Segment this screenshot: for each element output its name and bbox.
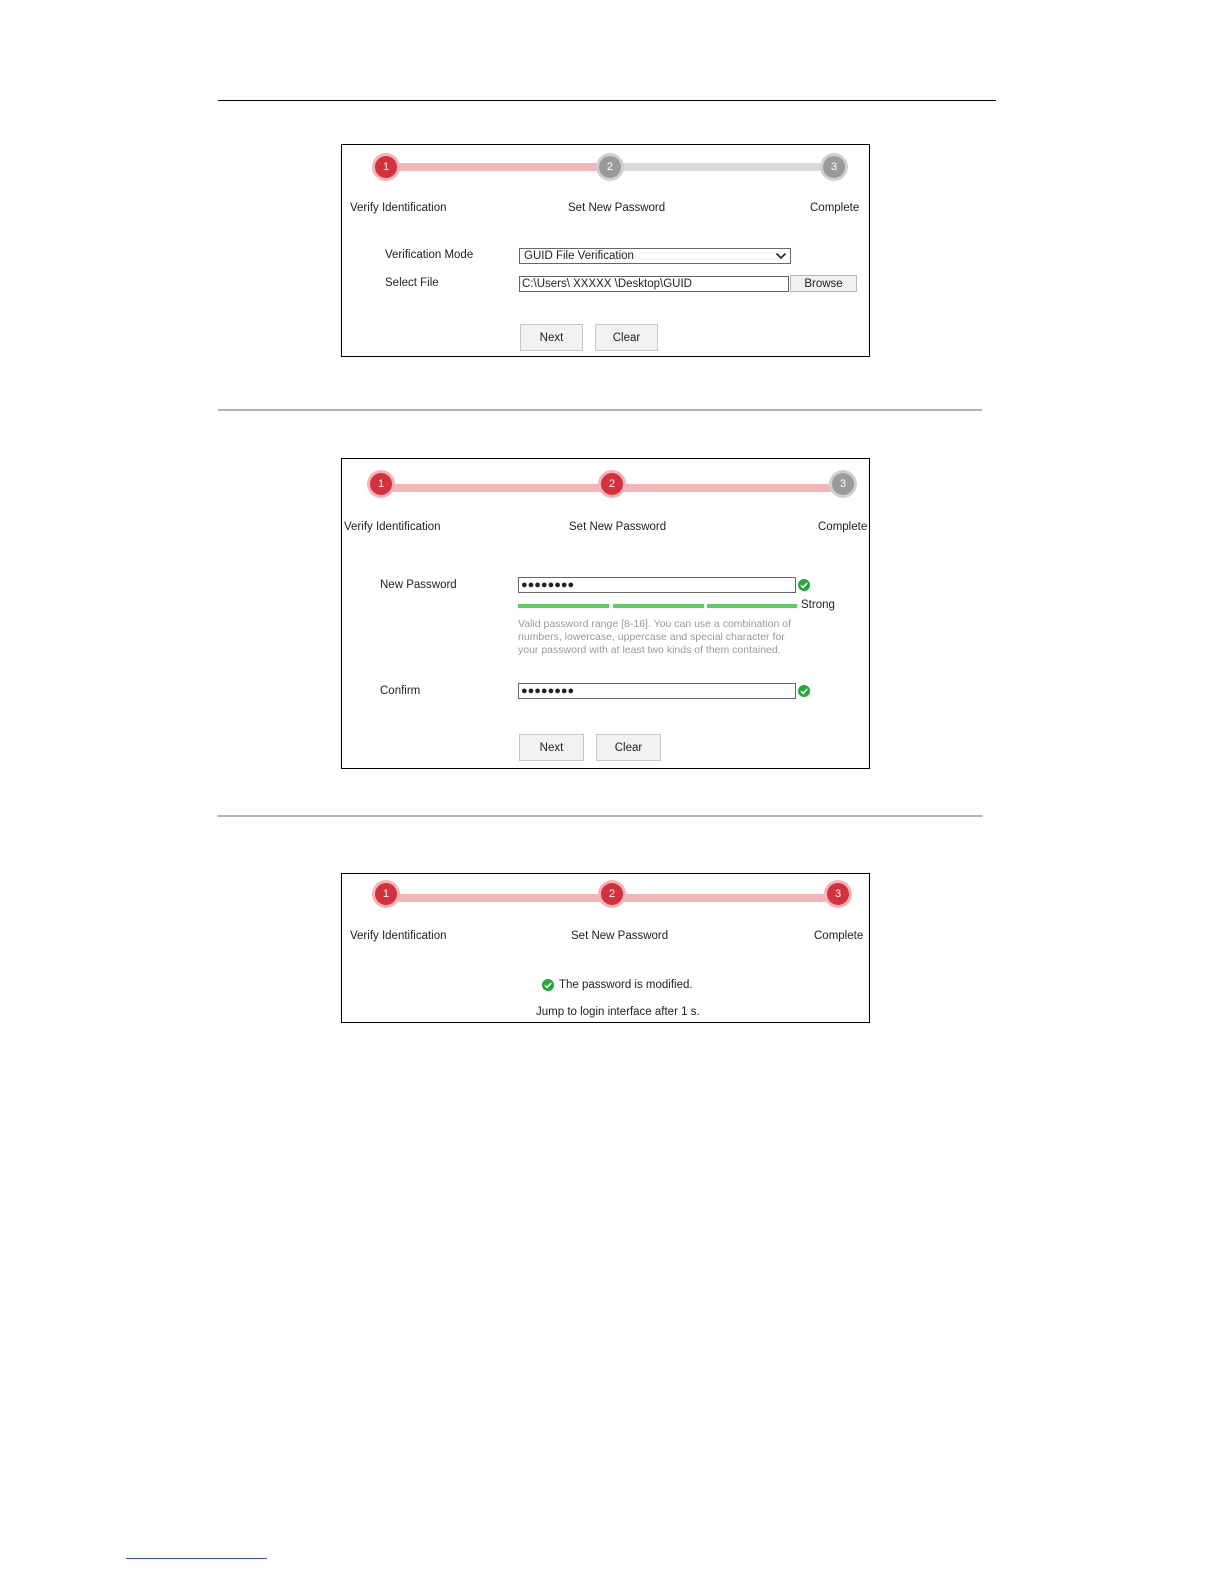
redirect-message: Jump to login interface after 1 s. xyxy=(536,1006,700,1018)
step-label-verify: Verify Identification xyxy=(344,521,441,533)
confirm-password-input[interactable]: ●●●●●●●● xyxy=(518,683,796,699)
step-2-marker: 2 xyxy=(601,473,623,495)
confirm-label: Confirm xyxy=(380,685,421,697)
check-circle-icon xyxy=(798,685,810,697)
strength-bar-segment xyxy=(707,604,797,608)
verify-identification-panel: 1 2 3 Verify Identification Set New Pass… xyxy=(341,144,870,357)
step-label-set-password: Set New Password xyxy=(569,521,667,533)
next-button[interactable]: Next xyxy=(519,734,584,761)
verification-mode-label: Verification Mode xyxy=(385,249,474,261)
new-password-input[interactable]: ●●●●●●●● xyxy=(518,577,796,593)
step-label-complete: Complete xyxy=(814,930,864,942)
clear-button[interactable]: Clear xyxy=(595,324,658,351)
new-password-label: New Password xyxy=(380,579,457,591)
strength-bar-segment xyxy=(518,604,609,608)
step-2-marker: 2 xyxy=(599,156,621,178)
check-circle-icon xyxy=(542,979,554,991)
step-3-marker: 3 xyxy=(823,156,845,178)
step-2-marker: 2 xyxy=(601,883,623,905)
set-new-password-panel: 1 2 3 Verify Identification Set New Pass… xyxy=(341,458,870,769)
select-file-label: Select File xyxy=(385,277,439,289)
step-1-marker: 1 xyxy=(375,883,397,905)
step-label-set-password: Set New Password xyxy=(571,930,669,942)
progress-track-todo xyxy=(610,163,834,171)
chevron-down-icon xyxy=(775,252,787,260)
password-hint: Valid password range [8-16]. You can use… xyxy=(518,618,791,656)
footnote-rule xyxy=(126,1558,267,1559)
step-3-marker: 3 xyxy=(832,473,854,495)
step-label-complete: Complete xyxy=(818,521,868,533)
page-header-rule xyxy=(218,100,996,101)
step-label-verify: Verify Identification xyxy=(350,202,447,214)
browse-button[interactable]: Browse xyxy=(790,275,857,292)
step-3-marker: 3 xyxy=(827,883,849,905)
progress-track-done xyxy=(386,163,610,171)
success-message: The password is modified. xyxy=(559,979,693,991)
section-divider xyxy=(218,409,982,411)
strength-bar-segment xyxy=(613,604,704,608)
step-label-verify: Verify Identification xyxy=(350,930,447,942)
step-1-marker: 1 xyxy=(375,156,397,178)
next-button[interactable]: Next xyxy=(520,324,583,351)
file-path-input[interactable]: C:\Users\ XXXXX \Desktop\GUID xyxy=(519,276,789,292)
step-1-marker: 1 xyxy=(370,473,392,495)
clear-button[interactable]: Clear xyxy=(596,734,661,761)
verification-mode-select[interactable]: GUID File Verification xyxy=(519,248,791,264)
section-divider xyxy=(218,815,982,817)
step-label-complete: Complete xyxy=(810,202,860,214)
check-circle-icon xyxy=(798,579,810,591)
strength-label: Strong xyxy=(801,599,835,611)
step-label-set-password: Set New Password xyxy=(568,202,666,214)
complete-panel: 1 2 3 Verify Identification Set New Pass… xyxy=(341,873,870,1023)
